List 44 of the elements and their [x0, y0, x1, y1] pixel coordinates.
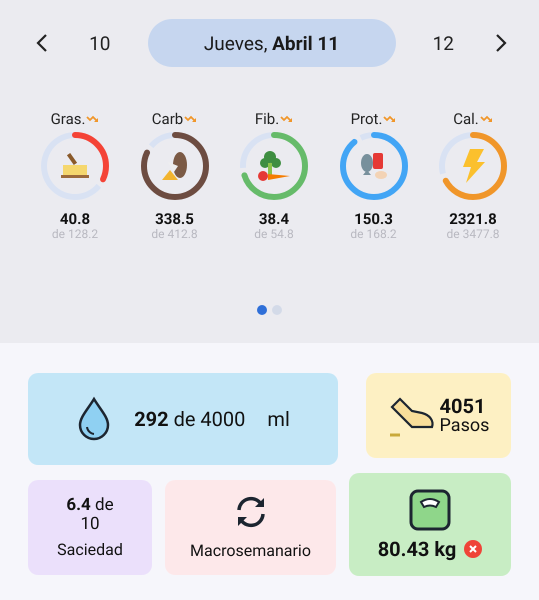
nutrient-value: 40.8	[60, 211, 90, 227]
chevron-left-icon	[36, 33, 48, 53]
nutrient-label: Cal.	[453, 110, 479, 128]
water-card[interactable]: 292 de 4000 ml	[28, 373, 338, 465]
nutrient-value: 38.4	[258, 211, 290, 227]
nutrient-label: Prot.	[350, 110, 382, 128]
satiety-card[interactable]: 6.4 de 10 Saciedad	[28, 480, 152, 575]
ring-track	[240, 132, 272, 168]
nutrient-value: 150.3	[354, 211, 393, 227]
trend-down-icon	[86, 115, 100, 123]
nutrient-label: Carb	[152, 110, 184, 128]
scale-icon	[409, 488, 451, 530]
ring-track	[359, 132, 372, 141]
nutrient-value: 338.5	[155, 211, 194, 227]
steps-label: Pasos	[440, 416, 490, 434]
satiety-label: Saciedad	[57, 540, 123, 559]
page-dot[interactable]	[272, 305, 282, 315]
butter-icon	[58, 151, 92, 181]
trend-down-icon	[184, 115, 198, 123]
page-dot[interactable]	[257, 305, 267, 315]
macro-week-card[interactable]: Macrosemanario	[165, 480, 336, 575]
lightning-icon	[460, 149, 486, 183]
nutrient-label: Gras.	[50, 110, 86, 128]
ring-track	[148, 132, 173, 148]
steps-card[interactable]: 4051 Pasos	[366, 373, 511, 458]
weight-card[interactable]: 80.43 kg	[349, 473, 511, 576]
water-unit: ml	[267, 407, 290, 431]
chevron-right-icon	[495, 33, 507, 53]
satiety-value: 6.4 de 10	[65, 496, 115, 534]
ring-track	[439, 132, 472, 174]
current-date[interactable]: Jueves, Abril 11	[148, 19, 396, 67]
next-day[interactable]: 12	[418, 32, 468, 54]
nutrient-value: 2321.8	[449, 211, 497, 227]
trend-down-icon	[383, 115, 396, 123]
steps-count: 4051	[440, 396, 486, 416]
previous-day[interactable]: 10	[74, 32, 125, 54]
sneaker-icon	[388, 394, 436, 436]
macro-week-label: Macrosemanario	[190, 541, 311, 560]
trend-down-icon	[480, 115, 493, 123]
weight-value: 80.43 kg	[378, 536, 456, 560]
close-icon[interactable]	[464, 540, 482, 558]
nutrient-label: Fib.	[254, 110, 280, 128]
water-amount: 292 de 4000	[134, 407, 246, 431]
trend-down-icon	[280, 115, 294, 123]
